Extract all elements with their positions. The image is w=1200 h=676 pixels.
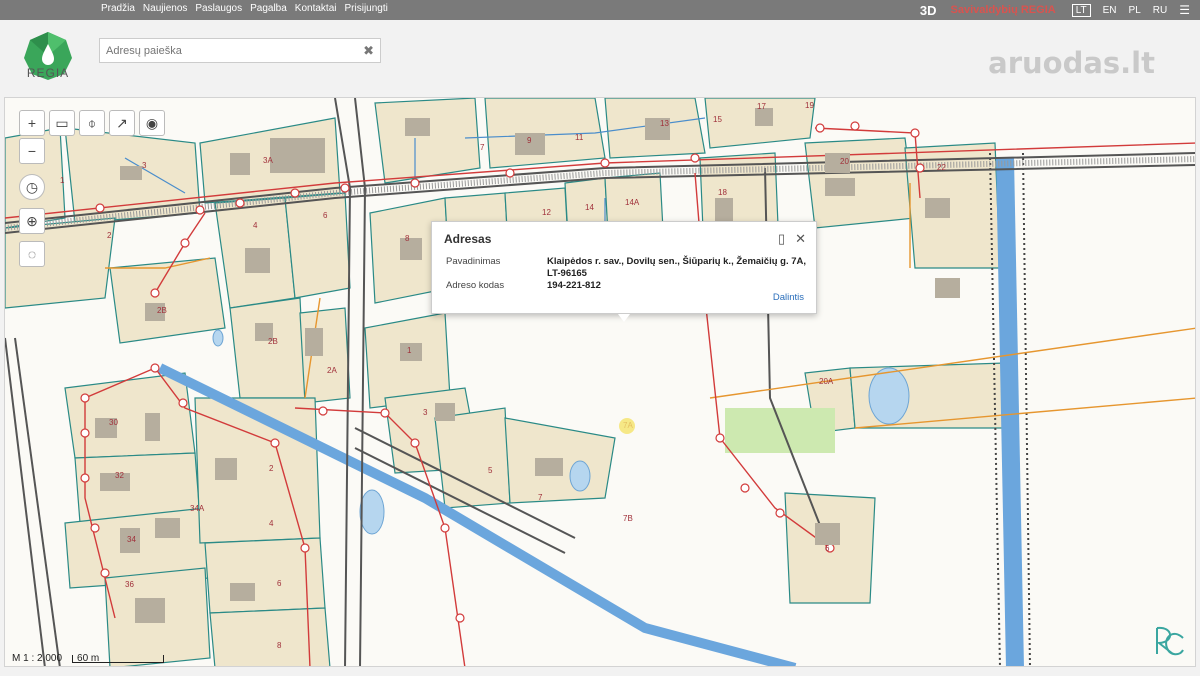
name-label: Pavadinimas xyxy=(446,256,501,267)
parcel-label: 2A xyxy=(327,366,337,375)
parcel-label: 6 xyxy=(277,579,282,588)
parcel-label: 8 xyxy=(405,234,410,243)
parcel-label: 4 xyxy=(269,519,274,528)
history-icon[interactable]: ◷ xyxy=(19,174,45,200)
nav-item-services[interactable]: Paslaugos xyxy=(195,3,242,14)
rc-logo-icon xyxy=(1156,626,1184,656)
parcel-label: 5 xyxy=(488,466,493,475)
parcel-label: 8 xyxy=(277,641,282,650)
brand-link[interactable]: Savivaldybių REGIA xyxy=(951,4,1056,16)
pin-icon[interactable]: ⌽ xyxy=(79,110,105,136)
locate-icon[interactable]: ⊕ xyxy=(19,208,45,234)
popup-pointer xyxy=(618,314,630,322)
green-area xyxy=(725,408,835,453)
parcel-label: 36 xyxy=(125,580,134,589)
parcel-label: 18 xyxy=(718,188,727,197)
zoom-out-button[interactable]: − xyxy=(19,138,45,164)
dock-icon[interactable]: ▯ xyxy=(778,231,785,247)
parcel-label: 13 xyxy=(660,119,669,128)
code-value: 194-221-812 xyxy=(547,280,601,291)
parcel-label: 2 xyxy=(107,231,112,240)
lang-en[interactable]: EN xyxy=(1103,5,1117,16)
parcel-label: 6 xyxy=(825,544,830,553)
parcel-label: 22 xyxy=(937,163,946,172)
parcel-label: 12 xyxy=(542,208,551,217)
parcel-label: 6 xyxy=(323,211,328,220)
parcel-label: 2 xyxy=(269,464,274,473)
watermark: aruodas.lt xyxy=(988,46,1155,80)
parcel-label: 34A xyxy=(190,504,205,513)
parcel-label: 3 xyxy=(423,408,428,417)
nav-item-news[interactable]: Naujienos xyxy=(143,3,187,14)
parcel-label: 34 xyxy=(127,535,136,544)
share-link[interactable]: Dalintis xyxy=(773,292,804,303)
parcel-label: 4 xyxy=(253,221,258,230)
parcel-label: 7 xyxy=(538,493,543,502)
parcel-label: 1 xyxy=(60,176,65,185)
parcel-label: 1 xyxy=(407,346,412,355)
parcel-label: 3A xyxy=(263,156,273,165)
target-icon[interactable]: ◉ xyxy=(139,110,165,136)
nav-item-home[interactable]: Pradžia xyxy=(101,3,135,14)
nav-item-contacts[interactable]: Kontaktai xyxy=(295,3,337,14)
nav-item-login[interactable]: Prisijungti xyxy=(345,3,388,14)
parcel-label: 19 xyxy=(805,101,814,110)
parcel-label: 7 xyxy=(480,143,485,152)
top-right: 3D Savivaldybių REGIA LT EN PL RU ☰ xyxy=(920,0,1200,20)
address-popup: Adresas ▯ ✕ Pavadinimas Klaipėdos r. sav… xyxy=(431,221,817,314)
search-box: ✖ xyxy=(99,38,381,63)
parcel-label: 3 xyxy=(142,161,147,170)
parcel-label: 32 xyxy=(115,471,124,480)
river xyxy=(996,157,1024,666)
measure-icon[interactable]: ▭ xyxy=(49,110,75,136)
close-icon[interactable]: ✕ xyxy=(795,231,806,247)
parcel-label: 2B xyxy=(157,306,167,315)
parcel-label: 7B xyxy=(623,514,633,523)
header: REGIA ✖ aruodas.lt xyxy=(0,20,1200,96)
selected-location-marker[interactable] xyxy=(619,418,635,434)
export-icon[interactable]: ↗ xyxy=(109,110,135,136)
code-label: Adreso kodas xyxy=(446,280,505,291)
scale-bar: 60 m xyxy=(72,653,165,663)
lang-lt[interactable]: LT xyxy=(1071,3,1091,17)
popup-title: Adresas xyxy=(444,232,492,246)
map-canvas[interactable]: 1 3 3A 2 4 6 7 9 11 13 15 17 19 8 10 12 … xyxy=(4,97,1196,667)
parcel-label: 14 xyxy=(585,203,594,212)
parcel-label: 14A xyxy=(625,198,640,207)
parcel-label: 20A xyxy=(819,377,834,386)
parcel-label: 11 xyxy=(575,133,584,142)
logo-text: REGIA xyxy=(26,66,70,80)
lasso-icon[interactable]: ◌ xyxy=(19,241,45,267)
parcel-label: 20 xyxy=(840,157,849,166)
zoom-in-button[interactable]: + xyxy=(19,110,45,136)
top-bar: Pradžia Naujienos Paslaugos Pagalba Kont… xyxy=(0,0,1200,20)
parcel-label: 17 xyxy=(757,102,766,111)
clear-icon[interactable]: ✖ xyxy=(363,43,374,59)
parcel-label: 15 xyxy=(713,115,722,124)
search-input[interactable] xyxy=(100,39,350,62)
scale-ratio: M 1 : 2 000 xyxy=(12,653,63,664)
3d-button[interactable]: 3D xyxy=(920,3,937,18)
map-svg: 1 3 3A 2 4 6 7 9 11 13 15 17 19 8 10 12 … xyxy=(5,98,1195,666)
parcel-label: 30 xyxy=(109,418,118,427)
name-value: Klaipėdos r. sav., Dovilų sen., Šiūparių… xyxy=(547,256,807,279)
lang-pl[interactable]: PL xyxy=(1129,5,1141,16)
nav-item-help[interactable]: Pagalba xyxy=(250,3,287,14)
lang-ru[interactable]: RU xyxy=(1153,5,1167,16)
menu-icon[interactable]: ☰ xyxy=(1179,3,1190,17)
parcel-label: 2B xyxy=(268,337,278,346)
top-nav: Pradžia Naujienos Paslaugos Pagalba Kont… xyxy=(101,3,388,14)
parcel-label: 9 xyxy=(527,136,532,145)
map-scale: M 1 : 2 000 60 m xyxy=(12,653,165,664)
